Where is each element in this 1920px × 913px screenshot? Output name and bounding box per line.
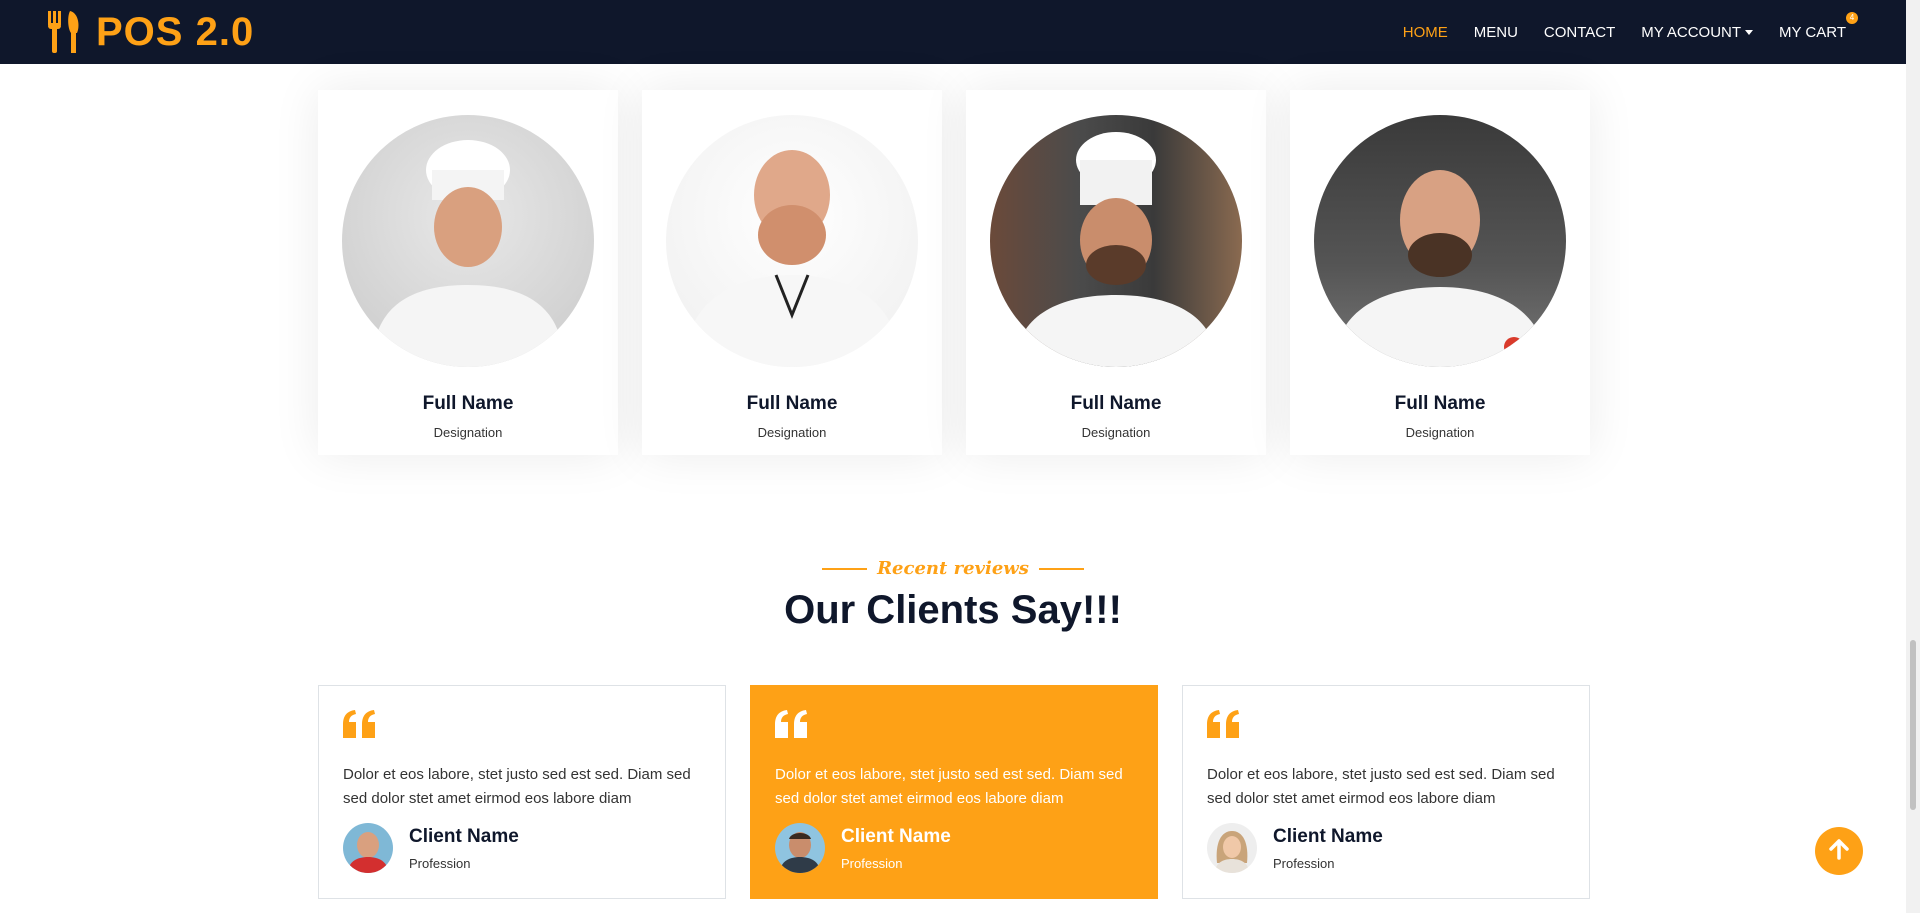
testimonial-text: Dolor et eos labore, stet justo sed est …: [775, 766, 1123, 807]
team-member-name: Full Name: [1070, 393, 1162, 414]
team-member-designation: Designation: [1081, 425, 1151, 440]
team-member-name: Full Name: [1394, 393, 1486, 414]
client-avatar: [343, 823, 393, 873]
chef-photo: [342, 115, 594, 367]
divider-line: [1038, 567, 1084, 570]
team-member-designation: Designation: [757, 425, 827, 440]
arrow-up-icon: [1828, 838, 1850, 865]
cart-count-badge: 4: [1846, 11, 1858, 24]
team-card: Full Name Designation: [966, 90, 1266, 455]
testimonial-card[interactable]: Dolor et eos labore, stet justo sed est …: [1182, 685, 1590, 899]
client-name: Client Name: [409, 825, 519, 847]
client-info: Client Name Profession: [775, 823, 1133, 873]
top-navbar: POS 2.0 HOME MENU CONTACT MY ACCOUNT MY …: [0, 0, 1906, 64]
client-profession: Profession: [409, 855, 471, 871]
team-member-name: Full Name: [422, 393, 514, 414]
quote-icon: [775, 710, 809, 742]
section-subtitle-text: Recent reviews: [877, 558, 1029, 579]
chef-photo: [666, 115, 918, 367]
utensils-icon: [46, 11, 82, 53]
scrollbar-thumb[interactable]: [1910, 640, 1916, 810]
team-card: Full Name Designation: [318, 90, 618, 455]
nav-links: HOME MENU CONTACT MY ACCOUNT MY CART 4: [1403, 11, 1858, 41]
testimonial-card[interactable]: Dolor et eos labore, stet justo sed est …: [318, 685, 726, 899]
brand[interactable]: POS 2.0: [46, 10, 254, 55]
team-member-name: Full Name: [746, 393, 838, 414]
page-scrollbar[interactable]: [1906, 0, 1920, 913]
client-info: Client Name Profession: [343, 823, 701, 873]
client-details: Client Name Profession: [409, 826, 519, 871]
testimonials: Dolor et eos labore, stet justo sed est …: [318, 685, 1590, 899]
client-profession: Profession: [1273, 855, 1335, 871]
chef-photo: [990, 115, 1242, 367]
divider-line: [822, 567, 868, 570]
nav-home[interactable]: HOME: [1403, 24, 1448, 41]
quote-icon: [1207, 710, 1241, 742]
team-member-designation: Designation: [433, 425, 503, 440]
nav-my-account-label: MY ACCOUNT: [1641, 23, 1742, 41]
team-card: Full Name Designation: [1290, 90, 1590, 455]
client-details: Client Name Profession: [1273, 826, 1383, 871]
client-info: Client Name Profession: [1207, 823, 1565, 873]
testimonial-text: Dolor et eos labore, stet justo sed est …: [343, 766, 691, 807]
testimonial-card-active[interactable]: Dolor et eos labore, stet justo sed est …: [750, 685, 1158, 899]
quote-icon: [343, 710, 377, 742]
team-member-designation: Designation: [1405, 425, 1475, 440]
team-card: Full Name Designation: [642, 90, 942, 455]
client-name: Client Name: [841, 825, 951, 847]
client-profession: Profession: [841, 855, 903, 871]
team-section: Full Name Designation Full Name Designat…: [318, 90, 1590, 455]
back-to-top-button[interactable]: [1815, 827, 1863, 875]
caret-down-icon: [1745, 30, 1754, 36]
chef-photo: [1314, 115, 1566, 367]
testimonial-text: Dolor et eos labore, stet justo sed est …: [1207, 766, 1555, 807]
nav-menu[interactable]: MENU: [1474, 24, 1518, 41]
client-avatar: [1207, 823, 1257, 873]
nav-my-cart-label: MY CART: [1779, 23, 1846, 41]
client-avatar: [775, 823, 825, 873]
nav-my-account[interactable]: MY ACCOUNT: [1641, 23, 1754, 41]
nav-my-cart[interactable]: MY CART 4: [1779, 11, 1858, 41]
section-title: Our Clients Say!!!: [784, 588, 1122, 632]
brand-title: POS 2.0: [96, 9, 255, 54]
nav-contact[interactable]: CONTACT: [1544, 24, 1615, 41]
client-details: Client Name Profession: [841, 826, 951, 871]
section-subtitle: Recent reviews: [0, 558, 1906, 579]
client-name: Client Name: [1273, 825, 1383, 847]
